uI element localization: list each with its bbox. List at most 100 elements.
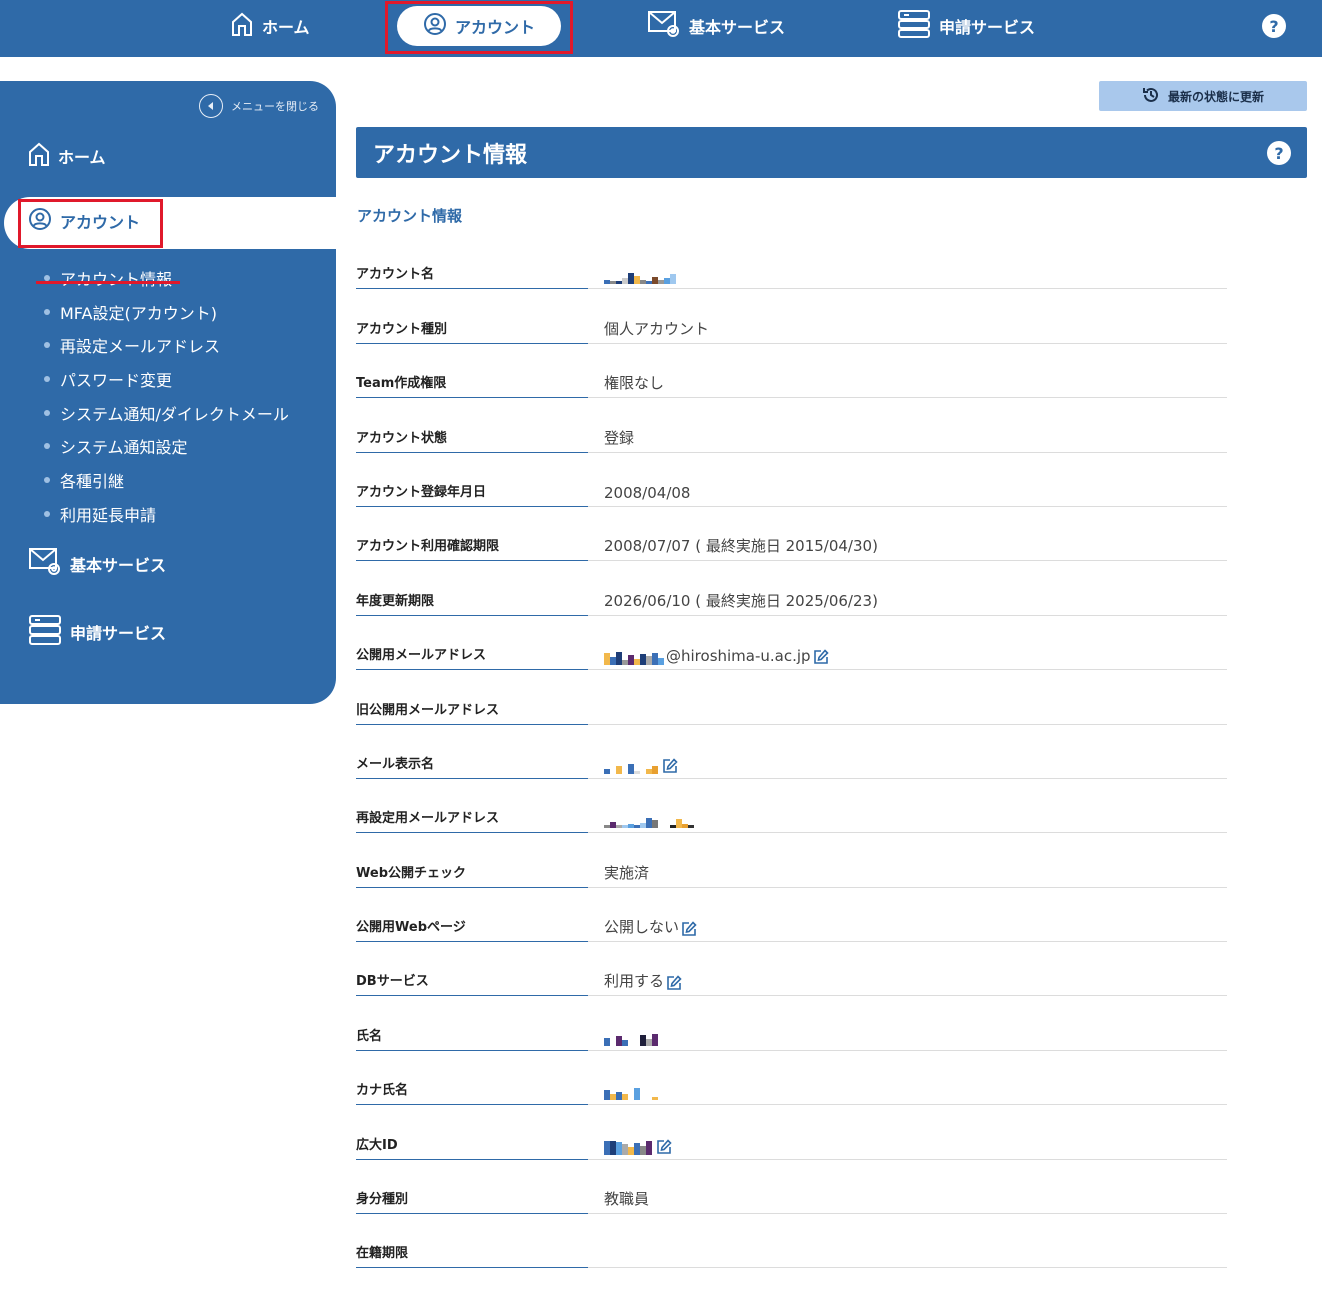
field-label: アカウント種別	[356, 289, 588, 344]
field-row-enrollment-deadline: 在籍期限	[356, 1214, 1227, 1269]
masked-text	[604, 1086, 658, 1101]
bullet	[44, 375, 50, 382]
sidebar-item-apply-services-label: 申請サービス	[70, 624, 167, 643]
home-icon	[230, 11, 254, 41]
account-submenu: アカウント情報 MFA設定(アカウント) 再設定メールアドレス パスワード変更 …	[44, 261, 289, 531]
submenu-item-notifications[interactable]: システム通知/ダイレクトメール	[44, 396, 289, 430]
masked-text	[604, 760, 658, 774]
field-label: アカウント登録年月日	[356, 453, 588, 507]
field-value: 登録	[588, 398, 1227, 453]
field-value-masked	[588, 725, 1227, 779]
field-row-public-webpage: 公開用Webページ 公開しない	[356, 888, 1227, 943]
field-value-text: 公開しない	[604, 918, 680, 937]
field-value	[588, 1214, 1227, 1269]
refresh-button[interactable]: 最新の状態に更新	[1099, 81, 1307, 111]
field-value-masked	[588, 1105, 1227, 1160]
sidebar-item-basic-services[interactable]: 基本サービス	[28, 546, 166, 582]
field-label: 広大ID	[356, 1105, 588, 1160]
top-nav-apply-services[interactable]: 申請サービス	[897, 6, 1035, 46]
submenu-item-label: 各種引継	[60, 471, 125, 491]
submenu-item-mfa[interactable]: MFA設定(アカウント)	[44, 295, 289, 329]
field-label: 在籍期限	[356, 1214, 588, 1269]
sidebar-item-home[interactable]: ホーム	[28, 141, 106, 171]
field-label: アカウント利用確認期限	[356, 507, 588, 562]
field-label: Team作成権限	[356, 344, 588, 399]
field-row-full-name: 氏名	[356, 996, 1227, 1051]
server-icon	[897, 9, 931, 43]
help-icon[interactable]: ?	[1262, 14, 1286, 38]
field-value-masked	[588, 996, 1227, 1051]
top-nav-apply-services-label: 申請サービス	[939, 18, 1036, 37]
top-nav-basic-services-label: 基本サービス	[689, 18, 786, 37]
field-value: 個人アカウント	[588, 289, 1227, 344]
sidebar: メニューを閉じる ホーム アカウント アカウント情報 MFA設定(アカウント) …	[0, 81, 336, 704]
highlight-frame	[385, 1, 573, 54]
field-label: 旧公開用メールアドレス	[356, 670, 588, 725]
field-row-old-public-email: 旧公開用メールアドレス	[356, 670, 1227, 725]
email-domain: @hiroshima-u.ac.jp	[666, 647, 811, 666]
refresh-button-label: 最新の状態に更新	[1167, 89, 1264, 104]
bullet	[44, 510, 50, 517]
sidebar-item-account[interactable]: アカウント	[28, 207, 140, 235]
active-underline	[36, 281, 180, 284]
edit-icon[interactable]	[656, 1138, 672, 1155]
field-value: 2008/04/08	[588, 453, 1227, 507]
submenu-item-handover[interactable]: 各種引継	[44, 463, 289, 497]
field-row-status-type: 身分種別 教職員	[356, 1160, 1227, 1215]
field-row-web-check: Web公開チェック 実施済	[356, 833, 1227, 888]
field-row-db-service: DBサービス 利用する	[356, 942, 1227, 997]
field-row-recovery-email: 再設定用メールアドレス	[356, 779, 1227, 834]
field-label: メール表示名	[356, 725, 588, 779]
submenu-item-label: 利用延長申請	[60, 505, 157, 525]
field-label: 再設定用メールアドレス	[356, 779, 588, 834]
submenu-item-label: アカウント情報	[60, 269, 173, 289]
edit-icon[interactable]	[681, 921, 697, 937]
user-icon	[28, 207, 52, 235]
submenu-item-notification-settings[interactable]: システム通知設定	[44, 429, 289, 463]
field-row-mail-display-name: メール表示名	[356, 725, 1227, 779]
field-row-account-status: アカウント状態 登録	[356, 398, 1227, 453]
field-label: アカウント名	[356, 235, 588, 290]
field-value: 2008/07/07 ( 最終実施日 2015/04/30)	[588, 507, 1227, 562]
close-menu-button[interactable]: メニューを閉じる	[199, 94, 319, 118]
top-nav-basic-services[interactable]: 基本サービス	[647, 6, 785, 46]
submenu-item-extension[interactable]: 利用延長申請	[44, 497, 289, 531]
field-value: 教職員	[588, 1160, 1227, 1215]
field-label: DBサービス	[356, 942, 588, 997]
sidebar-item-home-label: ホーム	[58, 148, 106, 167]
submenu-item-label: 再設定メールアドレス	[60, 337, 221, 357]
field-value: 利用する	[588, 942, 1227, 997]
field-value-masked	[588, 779, 1227, 834]
account-info-table: アカウント名 アカウント種別 個人アカウント Team作成権限 権限なし アカウ…	[356, 235, 1227, 1269]
top-nav-home[interactable]: ホーム	[230, 6, 310, 46]
section-title: アカウント情報	[357, 207, 463, 225]
field-value: 2026/06/10 ( 最終実施日 2025/06/23)	[588, 561, 1227, 616]
submenu-item-label: MFA設定(アカウント)	[60, 303, 217, 323]
bullet	[44, 308, 50, 315]
submenu-item-recovery-email[interactable]: 再設定メールアドレス	[44, 328, 289, 362]
edit-icon[interactable]	[662, 758, 678, 774]
submenu-item-password[interactable]: パスワード変更	[44, 362, 289, 396]
field-row-public-email: 公開用メールアドレス @hiroshima-u.ac.jp	[356, 616, 1227, 671]
field-label: 公開用メールアドレス	[356, 616, 588, 671]
edit-icon[interactable]	[813, 649, 829, 665]
submenu-item-label: システム通知/ダイレクトメール	[60, 404, 289, 424]
field-row-usage-confirmation: アカウント利用確認期限 2008/07/07 ( 最終実施日 2015/04/3…	[356, 507, 1227, 562]
field-value-masked	[588, 235, 1227, 290]
field-value	[588, 670, 1227, 725]
history-icon	[1142, 86, 1160, 107]
sidebar-item-apply-services[interactable]: 申請サービス	[28, 614, 166, 650]
top-nav-home-label: ホーム	[262, 18, 310, 37]
field-label: 氏名	[356, 996, 588, 1051]
submenu-item-label: パスワード変更	[60, 370, 173, 390]
masked-text	[604, 814, 694, 829]
page-title: アカウント情報	[373, 142, 528, 168]
mail-icon	[647, 9, 681, 43]
bullet	[44, 342, 50, 349]
field-row-annual-renewal: 年度更新期限 2026/06/10 ( 最終実施日 2025/06/23)	[356, 561, 1227, 616]
field-row-hiroshima-id: 広大ID	[356, 1105, 1227, 1160]
help-icon[interactable]: ?	[1267, 141, 1291, 165]
submenu-item-account-info[interactable]: アカウント情報	[44, 261, 289, 295]
field-label: 身分種別	[356, 1160, 588, 1215]
edit-icon[interactable]	[666, 975, 682, 991]
